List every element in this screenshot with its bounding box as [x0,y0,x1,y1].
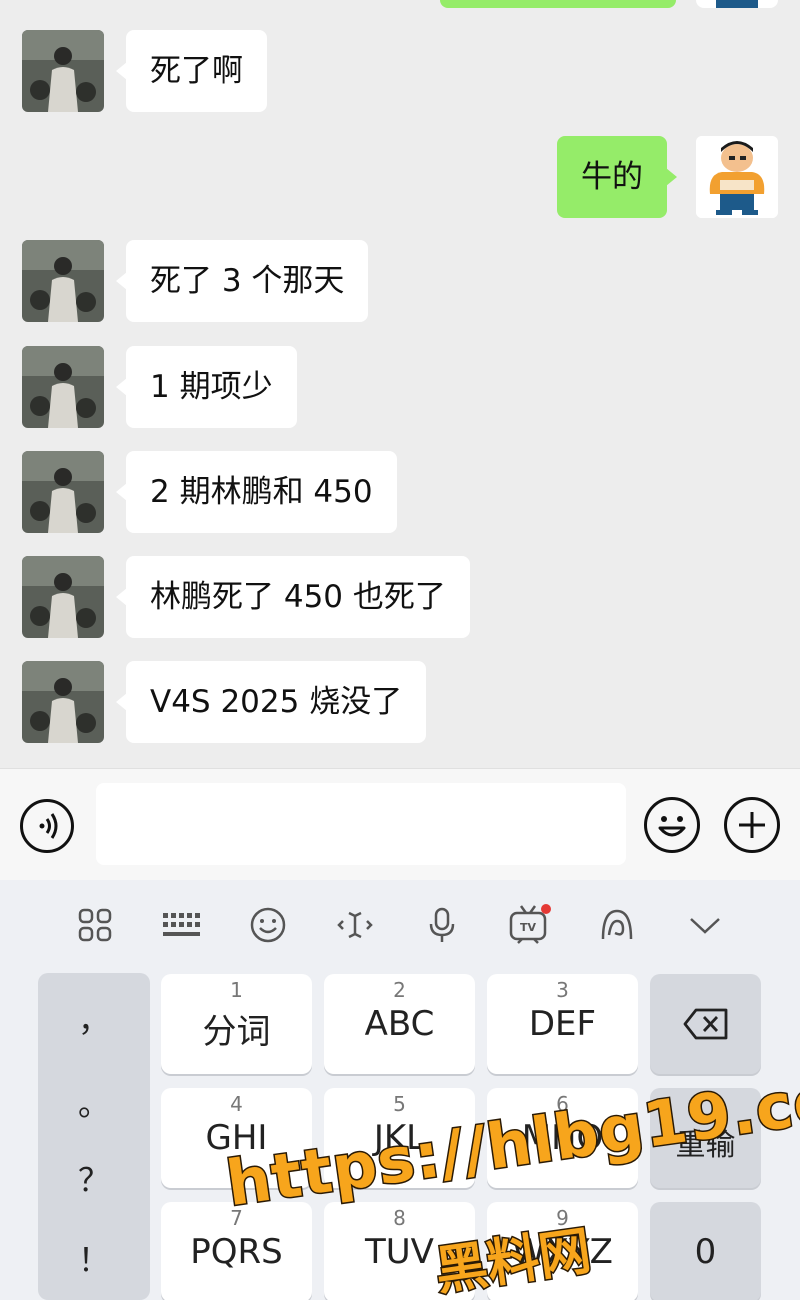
contact-avatar[interactable] [22,556,104,638]
message-bubble[interactable]: 死了啊 [116,30,267,112]
message-bubble[interactable]: 2 期林鹏和 450 [116,451,397,533]
contact-avatar[interactable] [22,661,104,743]
plus-icon[interactable] [724,797,780,853]
contact-avatar[interactable] [22,346,104,428]
message-bubble[interactable]: 死了 3 个那天 [115,240,369,322]
chat-message-list[interactable]: 死了啊 牛的 死了 3 个那天 1 期项少 2 期林鹏和 450 林鹏死了 45… [0,0,800,768]
contact-avatar[interactable] [22,451,104,533]
key-3[interactable]: 3 DEF [487,974,638,1074]
punct-key-comma[interactable]: ， [38,995,150,1041]
tv-icon[interactable]: TV [506,902,552,948]
handwriting-icon[interactable] [594,902,640,948]
punct-key-question[interactable]: ？ [38,1155,150,1201]
punct-key-period[interactable]: 。 [38,1079,150,1125]
emoji-icon[interactable] [644,797,700,853]
key-1[interactable]: 1 分词 [161,974,312,1074]
key-0[interactable]: 0 [650,1202,761,1300]
voice-icon[interactable] [20,799,74,853]
chevron-down-icon[interactable] [682,902,728,948]
message-bubble[interactable]: V4S 2025 烧没了 [115,661,427,743]
tv-icon-label: TV [520,921,537,934]
message-input[interactable] [96,783,626,865]
self-avatar[interactable] [696,136,778,218]
chat-input-bar [0,768,800,880]
keyboard-toolbar: TV [0,880,800,970]
emoji-face-icon[interactable] [245,902,291,948]
microphone-icon[interactable] [419,902,465,948]
message-bubble[interactable]: 1 期项少 [116,346,297,428]
contact-avatar[interactable] [22,30,104,112]
apps-grid-icon[interactable] [72,902,118,948]
contact-avatar[interactable] [22,240,104,322]
partial-self-avatar [696,0,778,8]
wechat-chat-screen: 死了啊 牛的 死了 3 个那天 1 期项少 2 期林鹏和 450 林鹏死了 45… [0,0,800,1300]
text-cursor-icon[interactable] [332,902,378,948]
key-2[interactable]: 2 ABC [324,974,475,1074]
backspace-key[interactable] [650,974,761,1074]
message-bubble-self[interactable]: 牛的 [557,136,677,218]
keyboard-icon[interactable] [158,902,204,948]
message-bubble[interactable]: 林鹏死了 450 也死了 [116,556,470,638]
partial-message-bubble [440,0,676,8]
punctuation-column[interactable]: ， 。 ？ ！ [38,973,150,1300]
punct-key-exclaim[interactable]: ！ [38,1235,150,1281]
backspace-icon [683,1008,728,1040]
